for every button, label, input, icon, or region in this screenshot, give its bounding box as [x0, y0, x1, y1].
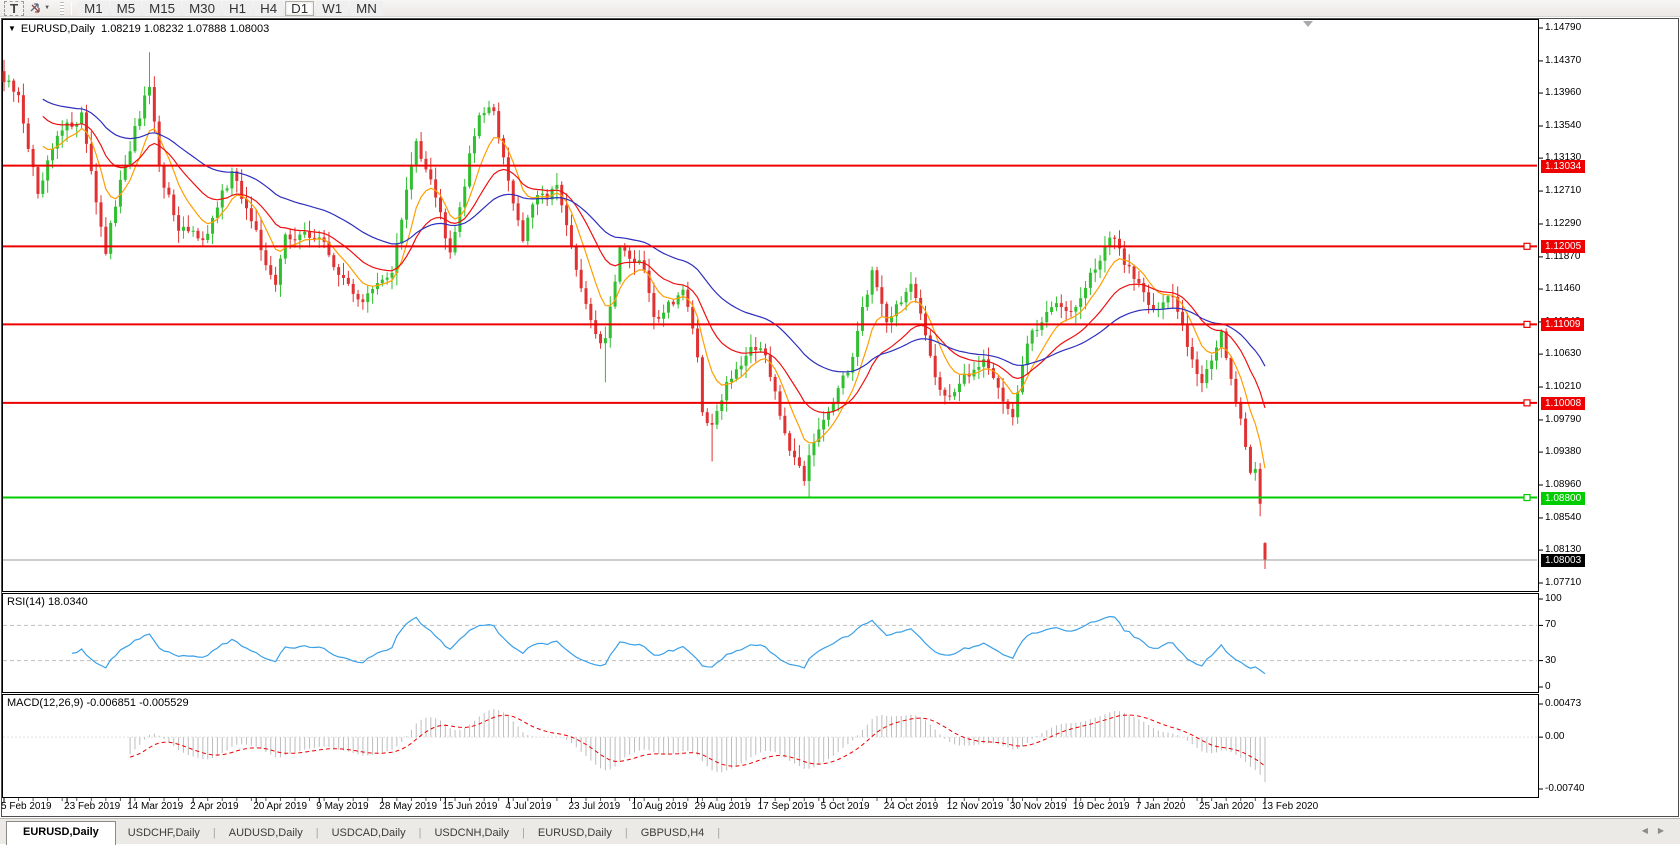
- timeframe-buttons: M1M5M15M30H1H4D1W1MN: [77, 1, 384, 16]
- price-tick: 1.14370: [1545, 55, 1581, 66]
- macd-tick: 0.00473: [1545, 698, 1581, 709]
- tab-gbpusd-h4[interactable]: GBPUSD,H4: [629, 823, 717, 844]
- chart-title: ▼ EURUSD,Daily 1.08219 1.08232 1.07888 1.…: [8, 23, 269, 35]
- date-tick: 29 Aug 2019: [695, 801, 751, 812]
- tab-eurusd-daily[interactable]: EURUSD,Daily: [6, 821, 116, 845]
- window-menu-icon[interactable]: ▼: [8, 24, 16, 33]
- swap-arrows-icon: [29, 2, 42, 14]
- date-tick: 12 Nov 2019: [947, 801, 1004, 812]
- price-tick: 1.12710: [1545, 185, 1581, 196]
- chart-tabs: EURUSD,DailyUSDCHF,Daily|AUDUSD,Daily|US…: [0, 820, 721, 844]
- price-tick: 1.11460: [1545, 283, 1580, 294]
- timeframe-mn[interactable]: MN: [350, 1, 383, 16]
- price-tick: 1.14790: [1545, 22, 1581, 33]
- tab-scroll-left-icon[interactable]: ◀: [1642, 826, 1658, 835]
- tab-separator: |: [716, 823, 721, 844]
- price-tick: 1.12290: [1545, 218, 1581, 229]
- chart-tab-bar: EURUSD,DailyUSDCHF,Daily|AUDUSD,Daily|US…: [0, 818, 1680, 844]
- rsi-tick: 0: [1545, 681, 1551, 692]
- date-tick: 9 May 2019: [316, 801, 368, 812]
- toolbar-grip: [60, 2, 64, 15]
- price-tick: 1.10210: [1545, 381, 1581, 392]
- date-tick: 25 Jan 2020: [1199, 801, 1254, 812]
- price-tick: 1.07710: [1545, 577, 1581, 588]
- date-tick: 28 May 2019: [379, 801, 437, 812]
- date-tick: 13 Feb 2020: [1262, 801, 1318, 812]
- price-tick: 1.13960: [1545, 87, 1581, 98]
- macd-pane[interactable]: [2, 694, 1539, 798]
- tab-scroll-arrows: ◀▶: [1642, 826, 1674, 835]
- timeframe-m5[interactable]: M5: [111, 1, 142, 16]
- text-tool-button[interactable]: T: [4, 1, 24, 16]
- tab-usdcad-daily[interactable]: USDCAD,Daily: [320, 823, 418, 844]
- date-tick: 5 Feb 2019: [1, 801, 52, 812]
- dropdown-caret-icon[interactable]: ▼: [44, 5, 50, 11]
- toolbar-separator: [71, 2, 72, 15]
- rsi-pane[interactable]: [2, 593, 1539, 693]
- current-price-badge: 1.08003: [1541, 554, 1585, 567]
- timeframe-m30[interactable]: M30: [183, 1, 221, 16]
- date-tick: 2 Apr 2019: [190, 801, 238, 812]
- level-price-badge: 1.12005: [1541, 240, 1585, 253]
- date-tick: 17 Sep 2019: [758, 801, 815, 812]
- date-tick: 24 Oct 2019: [884, 801, 938, 812]
- time-axis: 5 Feb 2019 23 Feb 2019 14 Mar 2019 2 Apr 20…: [0, 799, 1680, 815]
- chart-title-symbol: EURUSD,Daily: [21, 23, 95, 35]
- price-tick: 1.08540: [1545, 512, 1581, 523]
- price-tick: 1.09380: [1545, 446, 1581, 457]
- rsi-tick: 30: [1545, 655, 1556, 666]
- date-tick: 5 Oct 2019: [821, 801, 870, 812]
- level-price-badge: 1.08800: [1541, 492, 1585, 505]
- tab-usdcnh-daily[interactable]: USDCNH,Daily: [422, 823, 521, 844]
- date-tick: 14 Mar 2019: [127, 801, 183, 812]
- rsi-tick: 70: [1545, 619, 1556, 630]
- price-tick: 1.09790: [1545, 414, 1581, 425]
- swap-arrows-button[interactable]: ▼: [26, 1, 53, 16]
- date-tick: 20 Apr 2019: [253, 801, 307, 812]
- date-tick: 15 Jun 2019: [442, 801, 497, 812]
- rsi-tick: 100: [1545, 593, 1562, 604]
- date-tick: 7 Jan 2020: [1136, 801, 1186, 812]
- level-price-badge: 1.13034: [1541, 160, 1585, 173]
- tab-usdchf-daily[interactable]: USDCHF,Daily: [116, 823, 212, 844]
- date-tick: 30 Nov 2019: [1010, 801, 1067, 812]
- macd-label: MACD(12,26,9) -0.006851 -0.005529: [7, 697, 189, 709]
- price-pane[interactable]: [2, 19, 1539, 592]
- date-tick: 4 Jul 2019: [505, 801, 551, 812]
- price-tick: 1.10630: [1545, 348, 1581, 359]
- macd-tick: 0.00: [1545, 731, 1564, 742]
- date-tick: 23 Jul 2019: [568, 801, 620, 812]
- timeframe-d1[interactable]: D1: [285, 1, 314, 16]
- chart-title-ohlc: 1.08219 1.08232 1.07888 1.08003: [101, 23, 269, 35]
- price-tick: 1.08960: [1545, 479, 1581, 490]
- toolbar: T ▼ M1M5M15M30H1H4D1W1MN: [0, 0, 1680, 17]
- rsi-label: RSI(14) 18.0340: [7, 596, 88, 608]
- timeframe-w1[interactable]: W1: [316, 1, 348, 16]
- timeframe-m15[interactable]: M15: [143, 1, 181, 16]
- timeframe-h4[interactable]: H4: [254, 1, 283, 16]
- level-price-badge: 1.10008: [1541, 397, 1585, 410]
- tab-audusd-daily[interactable]: AUDUSD,Daily: [217, 823, 315, 844]
- macd-tick: -0.00740: [1545, 783, 1584, 794]
- tab-scroll-right-icon[interactable]: ▶: [1658, 826, 1674, 835]
- tab-eurusd-daily[interactable]: EURUSD,Daily: [526, 823, 624, 844]
- date-tick: 10 Aug 2019: [632, 801, 688, 812]
- date-tick: 19 Dec 2019: [1073, 801, 1130, 812]
- level-price-badge: 1.11009: [1541, 318, 1584, 331]
- timeframe-h1[interactable]: H1: [223, 1, 252, 16]
- date-tick: 23 Feb 2019: [64, 801, 120, 812]
- price-tick: 1.13540: [1545, 120, 1581, 131]
- timeframe-m1[interactable]: M1: [78, 1, 109, 16]
- chart-shift-marker[interactable]: [1303, 21, 1313, 27]
- price-axis: 1.147901.143701.139601.135401.131301.127…: [1539, 19, 1680, 815]
